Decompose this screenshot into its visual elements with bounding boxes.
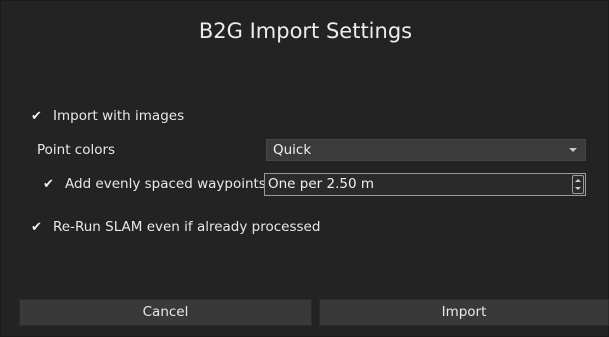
waypoint-spacing-spinbox[interactable]: One per 2.50 m — [264, 173, 586, 196]
import-with-images-label[interactable]: Import with images — [53, 108, 184, 124]
point-colors-label: Point colors — [37, 142, 116, 158]
waypoints-label[interactable]: Add evenly spaced waypoints — [65, 176, 266, 192]
chevron-down-icon[interactable] — [575, 187, 581, 190]
import-with-images-checkbox[interactable]: ✔ — [31, 109, 42, 124]
rerun-slam-checkbox[interactable]: ✔ — [31, 220, 42, 235]
import-settings-dialog: B2G Import Settings ✔ Import with images… — [0, 0, 609, 337]
rerun-slam-label[interactable]: Re-Run SLAM even if already processed — [53, 219, 320, 235]
point-colors-dropdown[interactable]: Quick — [266, 139, 586, 161]
spin-buttons[interactable] — [572, 175, 584, 194]
import-button[interactable]: Import — [319, 299, 609, 326]
waypoints-checkbox[interactable]: ✔ — [43, 177, 54, 192]
cancel-button[interactable]: Cancel — [19, 299, 312, 326]
waypoint-spacing-value: One per 2.50 m — [268, 176, 374, 192]
chevron-down-icon — [569, 148, 577, 152]
point-colors-selected-value: Quick — [273, 142, 312, 158]
chevron-up-icon[interactable] — [575, 179, 581, 182]
dialog-title: B2G Import Settings — [198, 19, 413, 43]
